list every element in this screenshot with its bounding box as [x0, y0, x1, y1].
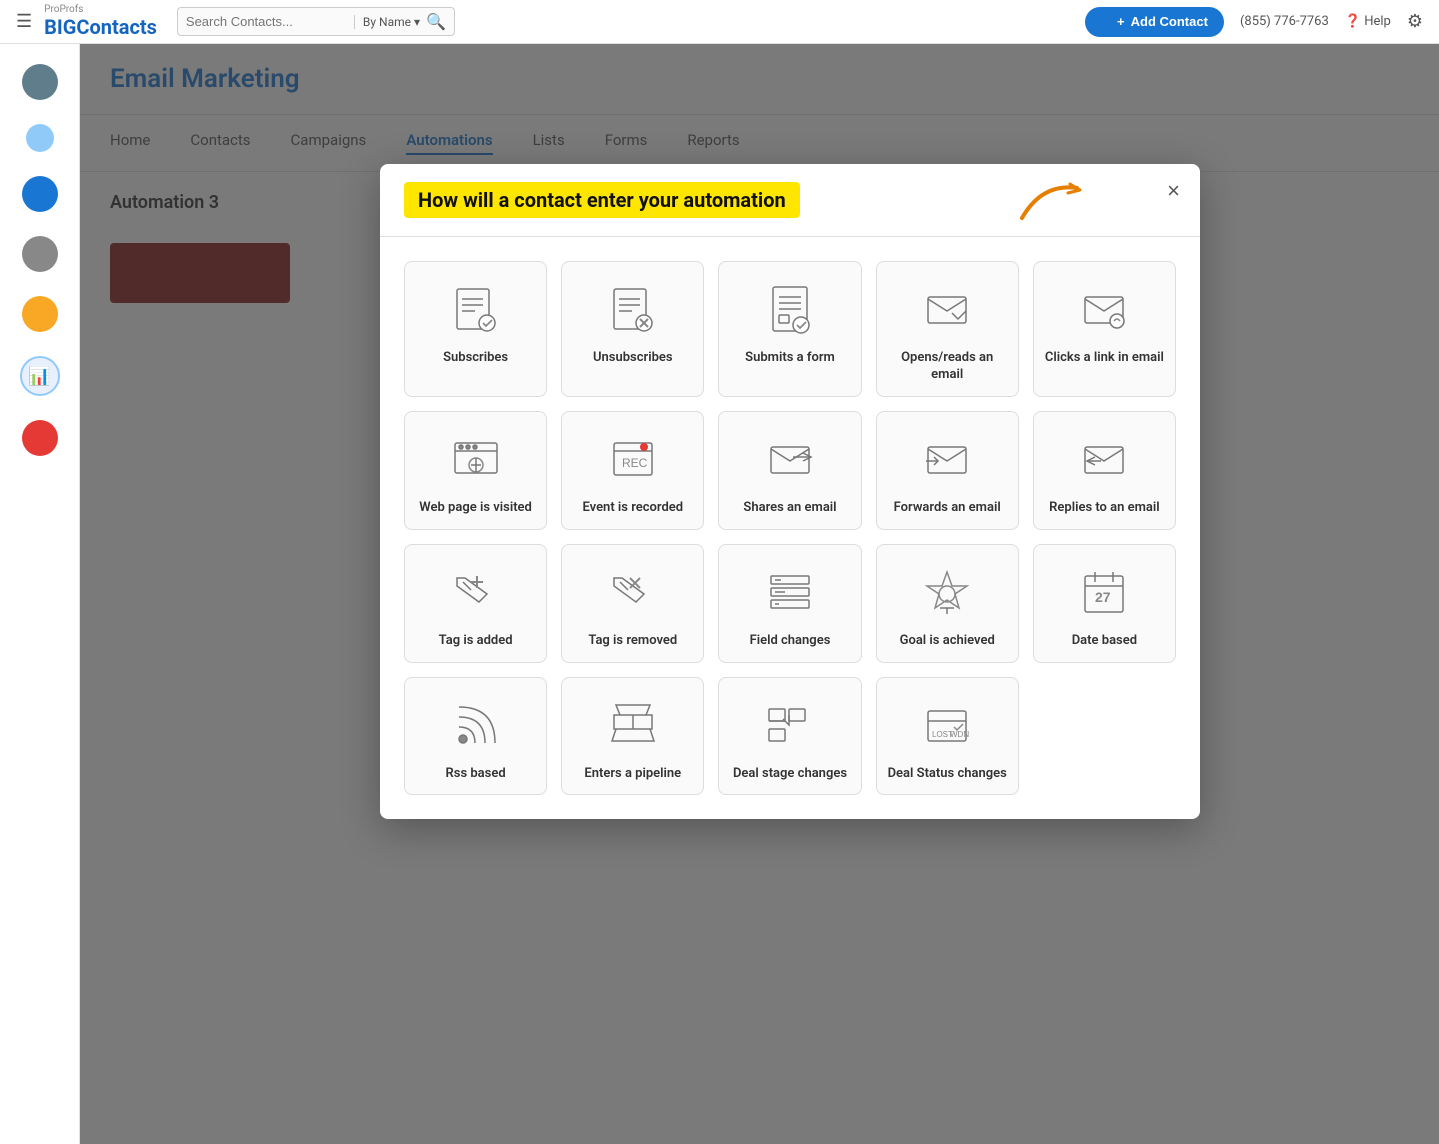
- add-contact-button[interactable]: 👤+ Add Contact: [1085, 7, 1224, 37]
- trigger-deal-status[interactable]: LOST WDN Deal Status changes: [876, 677, 1019, 796]
- trigger-date-based[interactable]: 27 Date based: [1033, 544, 1176, 663]
- goal-achieved-icon: [915, 561, 979, 625]
- arrow-decoration: [1012, 178, 1092, 222]
- trigger-rss-based[interactable]: Rss based: [404, 677, 547, 796]
- help-label[interactable]: ❓ Help: [1345, 14, 1391, 29]
- hamburger-icon[interactable]: ☰: [16, 11, 32, 32]
- svg-text:27: 27: [1095, 589, 1111, 605]
- deal-stage-icon: [758, 694, 822, 758]
- trigger-clicks-link[interactable]: Clicks a link in email: [1033, 261, 1176, 397]
- search-input[interactable]: [186, 14, 346, 29]
- subscribes-label: Subscribes: [443, 350, 508, 367]
- sidebar-item-1[interactable]: [22, 64, 58, 100]
- unsubscribes-icon: [601, 278, 665, 342]
- opens-email-icon: [915, 278, 979, 342]
- event-recorded-label: Event is recorded: [582, 500, 683, 517]
- add-contact-icon: 👤+: [1101, 14, 1125, 30]
- logo-area: ProProfs BIGContacts: [44, 5, 157, 39]
- clicks-link-icon: [1072, 278, 1136, 342]
- web-page-icon: [444, 428, 508, 492]
- rss-based-label: Rss based: [446, 766, 506, 783]
- trigger-tag-added[interactable]: Tag is added: [404, 544, 547, 663]
- trigger-unsubscribes[interactable]: Unsubscribes: [561, 261, 704, 397]
- sidebar-analytics-btn[interactable]: 📊: [20, 356, 60, 396]
- shares-email-label: Shares an email: [743, 500, 836, 517]
- sidebar-item-4[interactable]: [22, 236, 58, 272]
- analytics-icon: 📊: [28, 366, 50, 387]
- trigger-event-recorded[interactable]: REC Event is recorded: [561, 411, 704, 530]
- trigger-tag-removed[interactable]: Tag is removed: [561, 544, 704, 663]
- date-based-label: Date based: [1072, 633, 1137, 650]
- deal-stage-label: Deal stage changes: [733, 766, 847, 783]
- sidebar-item-2[interactable]: [26, 124, 54, 152]
- main-layout: 📊 Email Marketing Home Contacts Campaign…: [0, 44, 1439, 1144]
- modal-close-button[interactable]: ×: [1167, 180, 1180, 202]
- trigger-forwards-email[interactable]: Forwards an email: [876, 411, 1019, 530]
- add-contact-label: Add Contact: [1131, 14, 1208, 29]
- trigger-grid: Subscribes Unsubscribes Submits a form O…: [404, 261, 1176, 795]
- trigger-deal-stage[interactable]: Deal stage changes: [718, 677, 861, 796]
- modal-body: Subscribes Unsubscribes Submits a form O…: [380, 237, 1200, 819]
- enters-pipeline-label: Enters a pipeline: [584, 766, 681, 783]
- tag-removed-label: Tag is removed: [588, 633, 677, 650]
- sidebar-item-5[interactable]: [22, 296, 58, 332]
- svg-text:WDN: WDN: [950, 730, 969, 739]
- sidebar-item-3[interactable]: [22, 176, 58, 212]
- deal-status-icon: LOST WDN: [915, 694, 979, 758]
- forwards-email-label: Forwards an email: [894, 500, 1001, 517]
- replies-email-label: Replies to an email: [1049, 500, 1160, 517]
- submits-form-label: Submits a form: [745, 350, 835, 367]
- top-navigation: ☰ ProProfs BIGContacts By Name ▾ 🔍 👤+ Ad…: [0, 0, 1439, 44]
- shares-email-icon: [758, 428, 822, 492]
- event-recorded-icon: REC: [601, 428, 665, 492]
- trigger-shares-email[interactable]: Shares an email: [718, 411, 861, 530]
- field-changes-label: Field changes: [750, 633, 831, 650]
- trigger-goal-achieved[interactable]: Goal is achieved: [876, 544, 1019, 663]
- deal-status-label: Deal Status changes: [888, 766, 1007, 783]
- subscribes-icon: [444, 278, 508, 342]
- enters-pipeline-icon: [601, 694, 665, 758]
- trigger-modal: How will a contact enter your automation…: [380, 164, 1200, 819]
- search-by-label[interactable]: By Name ▾: [354, 15, 420, 29]
- logo-name: BIGContacts: [44, 15, 157, 39]
- modal-title: How will a contact enter your automation: [404, 182, 800, 218]
- logo-prefix: ProProfs: [44, 5, 157, 15]
- rss-based-icon: [444, 694, 508, 758]
- date-based-icon: 27: [1072, 561, 1136, 625]
- goal-achieved-label: Goal is achieved: [900, 633, 995, 650]
- trigger-replies-email[interactable]: Replies to an email: [1033, 411, 1176, 530]
- clicks-link-label: Clicks a link in email: [1045, 350, 1164, 367]
- forwards-email-icon: [915, 428, 979, 492]
- trigger-submits-form[interactable]: Submits a form: [718, 261, 861, 397]
- modal-header: How will a contact enter your automation…: [380, 164, 1200, 237]
- tag-added-icon: [444, 561, 508, 625]
- sidebar: 📊: [0, 44, 80, 1144]
- svg-text:REC: REC: [622, 456, 648, 470]
- search-icon[interactable]: 🔍: [426, 12, 446, 31]
- submits-form-icon: [758, 278, 822, 342]
- sidebar-item-6[interactable]: [22, 420, 58, 456]
- content-area: Email Marketing Home Contacts Campaigns …: [80, 44, 1439, 1144]
- search-bar[interactable]: By Name ▾ 🔍: [177, 7, 455, 36]
- web-page-label: Web page is visited: [419, 500, 532, 517]
- nav-right: 👤+ Add Contact (855) 776-7763 ❓ Help ⚙: [1085, 7, 1423, 37]
- tag-added-label: Tag is added: [439, 633, 513, 650]
- trigger-opens-email[interactable]: Opens/reads an email: [876, 261, 1019, 397]
- settings-icon[interactable]: ⚙: [1407, 11, 1423, 32]
- trigger-enters-pipeline[interactable]: Enters a pipeline: [561, 677, 704, 796]
- trigger-subscribes[interactable]: Subscribes: [404, 261, 547, 397]
- tag-removed-icon: [601, 561, 665, 625]
- unsubscribes-label: Unsubscribes: [593, 350, 673, 367]
- trigger-field-changes[interactable]: Field changes: [718, 544, 861, 663]
- trigger-web-page[interactable]: Web page is visited: [404, 411, 547, 530]
- opens-email-label: Opens/reads an email: [887, 350, 1008, 384]
- field-changes-icon: [758, 561, 822, 625]
- replies-email-icon: [1072, 428, 1136, 492]
- phone-number: (855) 776-7763: [1240, 14, 1329, 29]
